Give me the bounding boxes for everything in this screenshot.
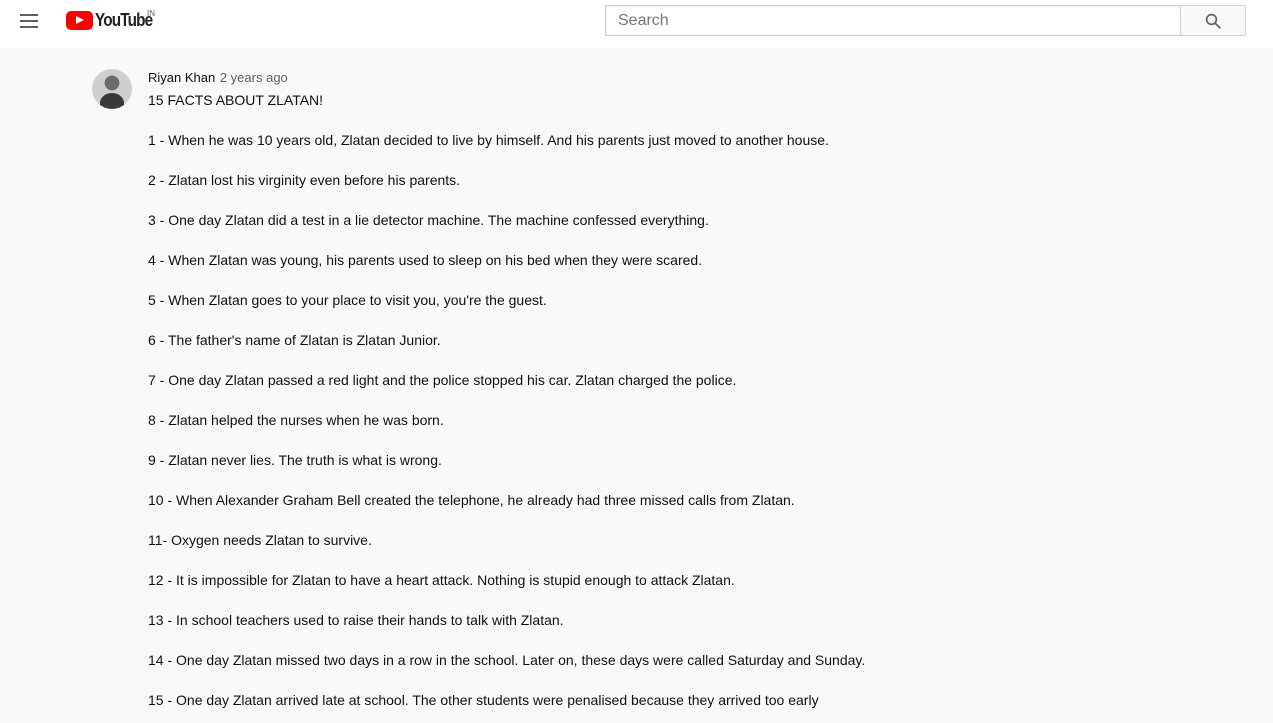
comment-line: 9 - Zlatan never lies. The truth is what…: [148, 452, 442, 468]
youtube-logo-icon: [66, 10, 93, 30]
comment-line: 1 - When he was 10 years old, Zlatan dec…: [148, 132, 829, 148]
menu-line: [20, 20, 38, 22]
comment-author[interactable]: Riyan Khan: [148, 70, 215, 85]
menu-line: [20, 26, 38, 28]
search-box: [605, 5, 1180, 36]
avatar[interactable]: [92, 69, 132, 109]
comment-line: 2 - Zlatan lost his virginity even befor…: [148, 172, 461, 188]
comment-line: 10 - When Alexander Graham Bell created …: [148, 492, 795, 508]
search-input[interactable]: [606, 6, 1168, 35]
search-button[interactable]: [1180, 5, 1246, 36]
country-code: IN: [147, 9, 155, 18]
comment-body: 1 - When he was 10 years old, Zlatan dec…: [148, 130, 1248, 710]
comment-line: 15 - One day Zlatan arrived late at scho…: [148, 692, 819, 708]
comment-header: Riyan Khan 2 years ago: [148, 68, 1248, 87]
comment-line: 7 - One day Zlatan passed a red light an…: [148, 372, 737, 388]
comment-line: 12 - It is impossible for Zlatan to have…: [148, 572, 735, 588]
comment-line: 8 - Zlatan helped the nurses when he was…: [148, 412, 444, 428]
logo-text: YouTube: [95, 9, 153, 30]
comment-line: 14 - One day Zlatan missed two days in a…: [148, 652, 866, 668]
comment-line: 5 - When Zlatan goes to your place to vi…: [148, 292, 547, 308]
comment-line: 4 - When Zlatan was young, his parents u…: [148, 252, 703, 268]
comment: Riyan Khan 2 years ago 15 FACTS ABOUT ZL…: [148, 68, 1248, 710]
comment-line: 11- Oxygen needs Zlatan to survive.: [148, 532, 372, 548]
comment-timestamp[interactable]: 2 years ago: [220, 70, 288, 85]
menu-line: [20, 14, 38, 16]
search-icon: [1205, 13, 1221, 29]
comment-line: 13 - In school teachers used to raise th…: [148, 612, 564, 628]
hamburger-menu-icon[interactable]: [14, 8, 44, 34]
comment-line: 3 - One day Zlatan did a test in a lie d…: [148, 212, 709, 228]
comment-line: 6 - The father's name of Zlatan is Zlata…: [148, 332, 441, 348]
masthead: YouTube IN: [0, 0, 1273, 48]
comment-title: 15 FACTS ABOUT ZLATAN!: [148, 92, 324, 108]
